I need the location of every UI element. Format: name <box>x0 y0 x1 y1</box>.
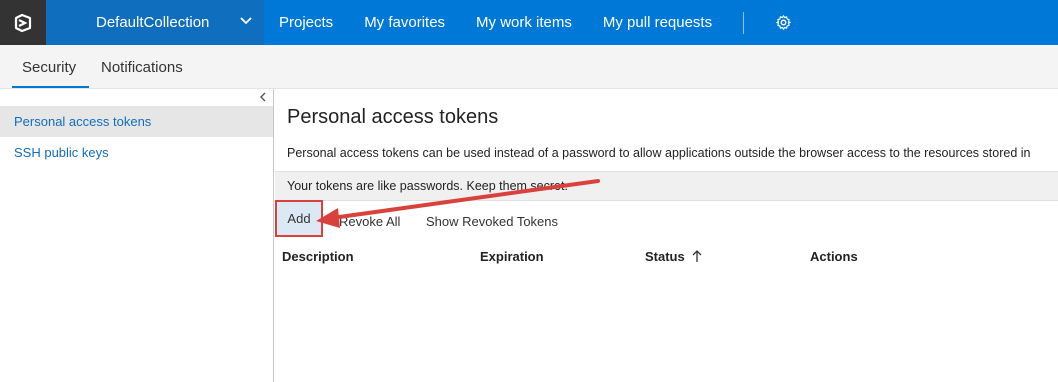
nav-my-favorites[interactable]: My favorites <box>364 0 445 45</box>
vsts-logo-icon[interactable] <box>0 0 46 45</box>
sidebar-item-label: SSH public keys <box>14 145 109 160</box>
column-header-expiration[interactable]: Expiration <box>480 249 544 264</box>
page-title: Personal access tokens <box>287 106 499 128</box>
sort-ascending-icon <box>692 250 702 263</box>
sidebar-item-label: Personal access tokens <box>14 114 152 129</box>
nav-my-work-items[interactable]: My work items <box>476 0 572 45</box>
warning-text: Your tokens are like passwords. Keep the… <box>287 179 568 193</box>
gear-icon[interactable] <box>775 14 793 32</box>
show-revoked-tokens-button[interactable]: Show Revoked Tokens <box>426 205 558 237</box>
page-description: Personal access tokens can be used inste… <box>287 146 1031 160</box>
column-header-status[interactable]: Status <box>645 249 702 264</box>
add-button[interactable]: Add <box>275 200 323 237</box>
column-label: Expiration <box>480 249 544 264</box>
chevron-down-icon <box>239 14 253 32</box>
tab-notifications[interactable]: Notifications <box>101 59 183 76</box>
nav-divider <box>743 11 745 34</box>
chevron-left-icon[interactable] <box>259 91 267 105</box>
column-header-description[interactable]: Description <box>282 249 354 264</box>
tab-security[interactable]: Security <box>22 59 76 76</box>
token-toolbar: Add Revoke All Show Revoked Tokens <box>275 200 1058 237</box>
column-header-actions[interactable]: Actions <box>810 249 858 264</box>
collection-selector[interactable]: DefaultCollection <box>46 0 264 45</box>
security-sidebar: Personal access tokens SSH public keys <box>0 89 274 382</box>
column-label: Status <box>645 249 685 264</box>
active-tab-indicator <box>12 86 89 88</box>
main-content: Personal access tokens Personal access t… <box>275 89 1058 382</box>
top-navigation-bar: DefaultCollection Projects My favorites … <box>0 0 1058 45</box>
settings-tabs: Security Notifications <box>0 45 1058 89</box>
sidebar-item-ssh-public-keys[interactable]: SSH public keys <box>0 137 273 168</box>
nav-projects[interactable]: Projects <box>279 0 333 45</box>
warning-banner: Your tokens are like passwords. Keep the… <box>275 171 1058 201</box>
sidebar-item-personal-access-tokens[interactable]: Personal access tokens <box>0 106 273 137</box>
nav-my-pull-requests[interactable]: My pull requests <box>603 0 712 45</box>
column-label: Description <box>282 249 354 264</box>
tokens-table-header: Description Expiration Status Actions <box>275 249 1058 273</box>
column-label: Actions <box>810 249 858 264</box>
collection-label: DefaultCollection <box>96 14 210 31</box>
revoke-all-button[interactable]: Revoke All <box>339 205 400 237</box>
